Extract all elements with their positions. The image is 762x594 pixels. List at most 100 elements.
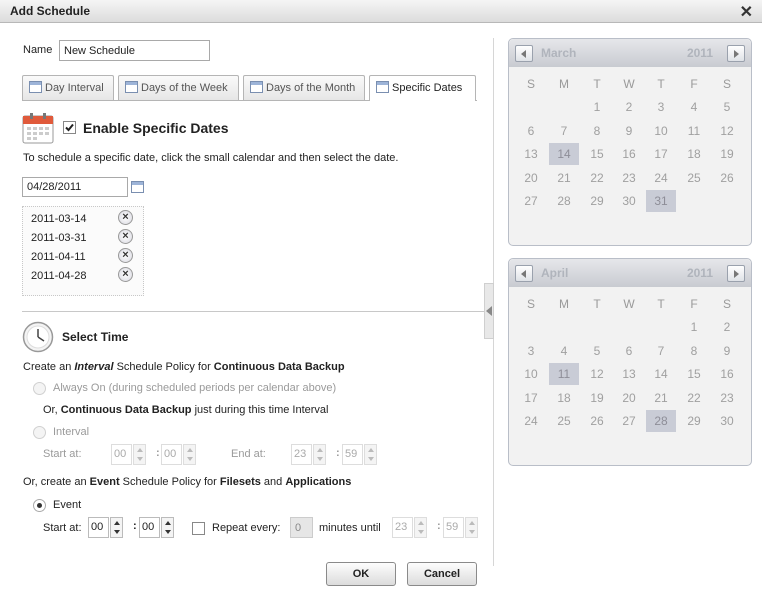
calendar-day[interactable]: 22 (582, 167, 612, 189)
calendar-day[interactable]: 2 (712, 316, 742, 338)
calendar-day-selected[interactable]: 14 (549, 143, 579, 165)
ok-button[interactable]: OK (326, 562, 396, 586)
calendar-day[interactable]: 21 (549, 167, 579, 189)
calendar-day[interactable]: 16 (712, 363, 742, 385)
repeat-until-hour-stepper[interactable]: 23 (392, 517, 428, 538)
calendar-day[interactable]: 20 (516, 167, 546, 189)
calendar-day[interactable]: 4 (679, 96, 709, 118)
calendar-day[interactable]: 16 (614, 143, 644, 165)
calendar-day[interactable]: 1 (582, 96, 612, 118)
event-start-minute-stepper[interactable]: 00 (139, 517, 175, 538)
stepper-arrows-icon[interactable] (465, 517, 478, 538)
calendar-day[interactable]: 30 (712, 410, 742, 432)
calendar-day[interactable]: 28 (549, 190, 579, 212)
calendar-day[interactable]: 11 (679, 120, 709, 142)
collapse-panel-handle[interactable] (484, 283, 494, 339)
tab-days-of-the-week[interactable]: Days of the Week (118, 75, 239, 100)
calendar-day[interactable]: 29 (582, 190, 612, 212)
calendar-day[interactable]: 4 (549, 340, 579, 362)
repeat-every-checkbox[interactable] (192, 522, 205, 535)
calendar-day[interactable]: 19 (582, 387, 612, 409)
calendar-day[interactable]: 15 (679, 363, 709, 385)
always-on-radio[interactable] (33, 382, 46, 395)
repeat-until-minute-stepper[interactable]: 59 (443, 517, 479, 538)
prev-month-icon[interactable] (515, 265, 533, 282)
calendar-day[interactable]: 10 (516, 363, 546, 385)
calendar-day[interactable]: 12 (712, 120, 742, 142)
interval-start-minute-stepper[interactable]: 00 (161, 444, 197, 465)
calendar-day-selected[interactable]: 28 (646, 410, 676, 432)
calendar-picker-icon[interactable] (131, 181, 144, 193)
calendar-day[interactable]: 24 (516, 410, 546, 432)
cancel-button[interactable]: Cancel (407, 562, 477, 586)
calendar-day[interactable]: 1 (679, 316, 709, 338)
stepper-arrows-icon[interactable] (183, 444, 196, 465)
tab-days-of-the-month[interactable]: Days of the Month (243, 75, 365, 100)
calendar-day[interactable]: 14 (646, 363, 676, 385)
calendar-day[interactable]: 3 (646, 96, 676, 118)
calendar-day[interactable]: 7 (646, 340, 676, 362)
calendar-day[interactable]: 3 (516, 340, 546, 362)
close-icon[interactable]: ✕ (740, 2, 753, 22)
calendar-day[interactable]: 25 (679, 167, 709, 189)
calendar-day[interactable]: 2 (614, 96, 644, 118)
calendar-day[interactable]: 8 (679, 340, 709, 362)
remove-date-icon[interactable]: × (118, 267, 133, 282)
calendar-day[interactable]: 12 (582, 363, 612, 385)
calendar-day[interactable]: 25 (549, 410, 579, 432)
stepper-arrows-icon[interactable] (414, 517, 427, 538)
calendar-day[interactable]: 10 (646, 120, 676, 142)
remove-date-icon[interactable]: × (118, 248, 133, 263)
stepper-arrows-icon[interactable] (133, 444, 146, 465)
calendar-day[interactable]: 21 (646, 387, 676, 409)
calendar-day[interactable]: 30 (614, 190, 644, 212)
calendar-day[interactable]: 17 (516, 387, 546, 409)
calendar-day[interactable]: 8 (582, 120, 612, 142)
calendar-day[interactable]: 26 (712, 167, 742, 189)
interval-radio[interactable] (33, 426, 46, 439)
calendar-day[interactable]: 15 (582, 143, 612, 165)
calendar-day[interactable]: 29 (679, 410, 709, 432)
stepper-arrows-icon[interactable] (313, 444, 326, 465)
stepper-arrows-icon[interactable] (364, 444, 377, 465)
enable-specific-dates-checkbox[interactable] (63, 121, 76, 134)
next-month-icon[interactable] (727, 45, 745, 62)
calendar-day[interactable]: 24 (646, 167, 676, 189)
calendar-day[interactable]: 6 (516, 120, 546, 142)
remove-date-icon[interactable]: × (118, 229, 133, 244)
repeat-minutes-input[interactable] (290, 517, 313, 538)
next-month-icon[interactable] (727, 265, 745, 282)
calendar-day[interactable]: 23 (614, 167, 644, 189)
calendar-day[interactable]: 23 (712, 387, 742, 409)
interval-start-hour-stepper[interactable]: 00 (111, 444, 147, 465)
calendar-day[interactable]: 22 (679, 387, 709, 409)
calendar-day[interactable]: 26 (582, 410, 612, 432)
calendar-day[interactable]: 9 (712, 340, 742, 362)
calendar-day[interactable]: 18 (549, 387, 579, 409)
name-input[interactable] (59, 40, 210, 61)
calendar-day[interactable]: 5 (582, 340, 612, 362)
calendar-day-selected[interactable]: 11 (549, 363, 579, 385)
event-radio[interactable] (33, 499, 46, 512)
remove-date-icon[interactable]: × (118, 210, 133, 225)
interval-end-minute-stepper[interactable]: 59 (342, 444, 378, 465)
calendar-day[interactable]: 18 (679, 143, 709, 165)
calendar-day[interactable]: 19 (712, 143, 742, 165)
stepper-arrows-icon[interactable] (110, 517, 123, 538)
calendar-day-selected[interactable]: 31 (646, 190, 676, 212)
interval-end-hour-stepper[interactable]: 23 (291, 444, 327, 465)
stepper-arrows-icon[interactable] (161, 517, 174, 538)
calendar-day[interactable]: 20 (614, 387, 644, 409)
calendar-day[interactable]: 6 (614, 340, 644, 362)
calendar-day[interactable]: 5 (712, 96, 742, 118)
prev-month-icon[interactable] (515, 45, 533, 62)
calendar-day[interactable]: 27 (614, 410, 644, 432)
calendar-day[interactable]: 13 (516, 143, 546, 165)
tab-day-interval[interactable]: Day Interval (22, 75, 114, 100)
calendar-day[interactable]: 13 (614, 363, 644, 385)
calendar-day[interactable]: 27 (516, 190, 546, 212)
event-start-hour-stepper[interactable]: 00 (88, 517, 124, 538)
calendar-day[interactable]: 9 (614, 120, 644, 142)
date-input[interactable] (22, 177, 128, 197)
tab-specific-dates[interactable]: Specific Dates (369, 75, 476, 101)
